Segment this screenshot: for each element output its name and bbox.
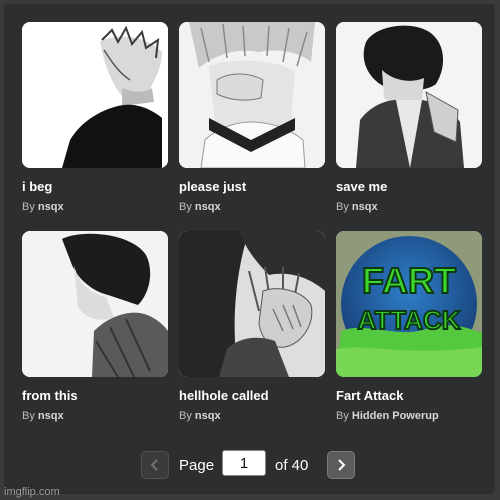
item-title[interactable]: from this <box>22 388 168 403</box>
item-author[interactable]: nsqx <box>195 201 221 213</box>
item-byline: By nsqx <box>336 201 482 213</box>
item-author[interactable]: nsqx <box>38 410 64 422</box>
item-author[interactable]: Hidden Powerup <box>352 410 439 422</box>
item-author[interactable]: nsqx <box>38 201 64 213</box>
item-byline: By nsqx <box>22 410 168 422</box>
item-title[interactable]: save me <box>336 179 482 194</box>
item-thumbnail[interactable]: FART ATTACK <box>336 231 482 377</box>
logo-text-bottom: ATTACK <box>357 305 460 335</box>
item-title[interactable]: Fart Attack <box>336 388 482 403</box>
page-count-label: of 40 <box>275 457 309 474</box>
item-card[interactable]: save me By nsqx <box>336 22 482 222</box>
item-byline: By nsqx <box>179 201 325 213</box>
manga-boy-jacket-image <box>336 22 482 168</box>
pagination: Page of 40 <box>0 447 500 481</box>
logo-text-top: FART <box>362 260 456 301</box>
watermark-text: imgflip.com <box>4 486 60 498</box>
item-thumbnail[interactable] <box>179 22 325 168</box>
by-label: By <box>336 410 349 422</box>
manga-boy-hand-face-image <box>179 231 325 377</box>
item-author[interactable]: nsqx <box>352 201 378 213</box>
by-label: By <box>336 201 349 213</box>
manga-boy-profile-image <box>22 22 168 168</box>
item-thumbnail[interactable] <box>179 231 325 377</box>
item-title[interactable]: hellhole called <box>179 388 325 403</box>
item-thumbnail[interactable] <box>22 231 168 377</box>
item-byline: By Hidden Powerup <box>336 410 482 422</box>
by-label: By <box>179 201 192 213</box>
by-label: By <box>22 201 35 213</box>
manga-boy-crying-image <box>179 22 325 168</box>
item-title[interactable]: i beg <box>22 179 168 194</box>
chevron-left-icon <box>150 459 158 471</box>
item-thumbnail[interactable] <box>336 22 482 168</box>
item-card[interactable]: i beg By nsqx <box>22 22 168 222</box>
item-author[interactable]: nsqx <box>195 410 221 422</box>
item-card[interactable]: from this By nsqx <box>22 231 168 431</box>
item-title[interactable]: please just <box>179 179 325 194</box>
page-label: Page <box>179 457 215 474</box>
item-byline: By nsqx <box>179 410 325 422</box>
by-label: By <box>179 410 192 422</box>
item-thumbnail[interactable] <box>22 22 168 168</box>
fart-attack-logo-image: FART ATTACK <box>336 231 482 377</box>
item-card[interactable]: please just By nsqx <box>179 22 325 222</box>
prev-page-button[interactable] <box>141 451 169 479</box>
by-label: By <box>22 410 35 422</box>
item-grid: i beg By nsqx please just By nsqx save m… <box>0 0 500 440</box>
chevron-right-icon <box>338 459 346 471</box>
item-byline: By nsqx <box>22 201 168 213</box>
page-number-input[interactable] <box>222 450 266 476</box>
next-page-button[interactable] <box>327 451 355 479</box>
manga-boy-side-image <box>22 231 168 377</box>
item-card[interactable]: hellhole called By nsqx <box>179 231 325 431</box>
item-card[interactable]: FART ATTACK Fart Attack By Hidden Poweru… <box>336 231 482 431</box>
